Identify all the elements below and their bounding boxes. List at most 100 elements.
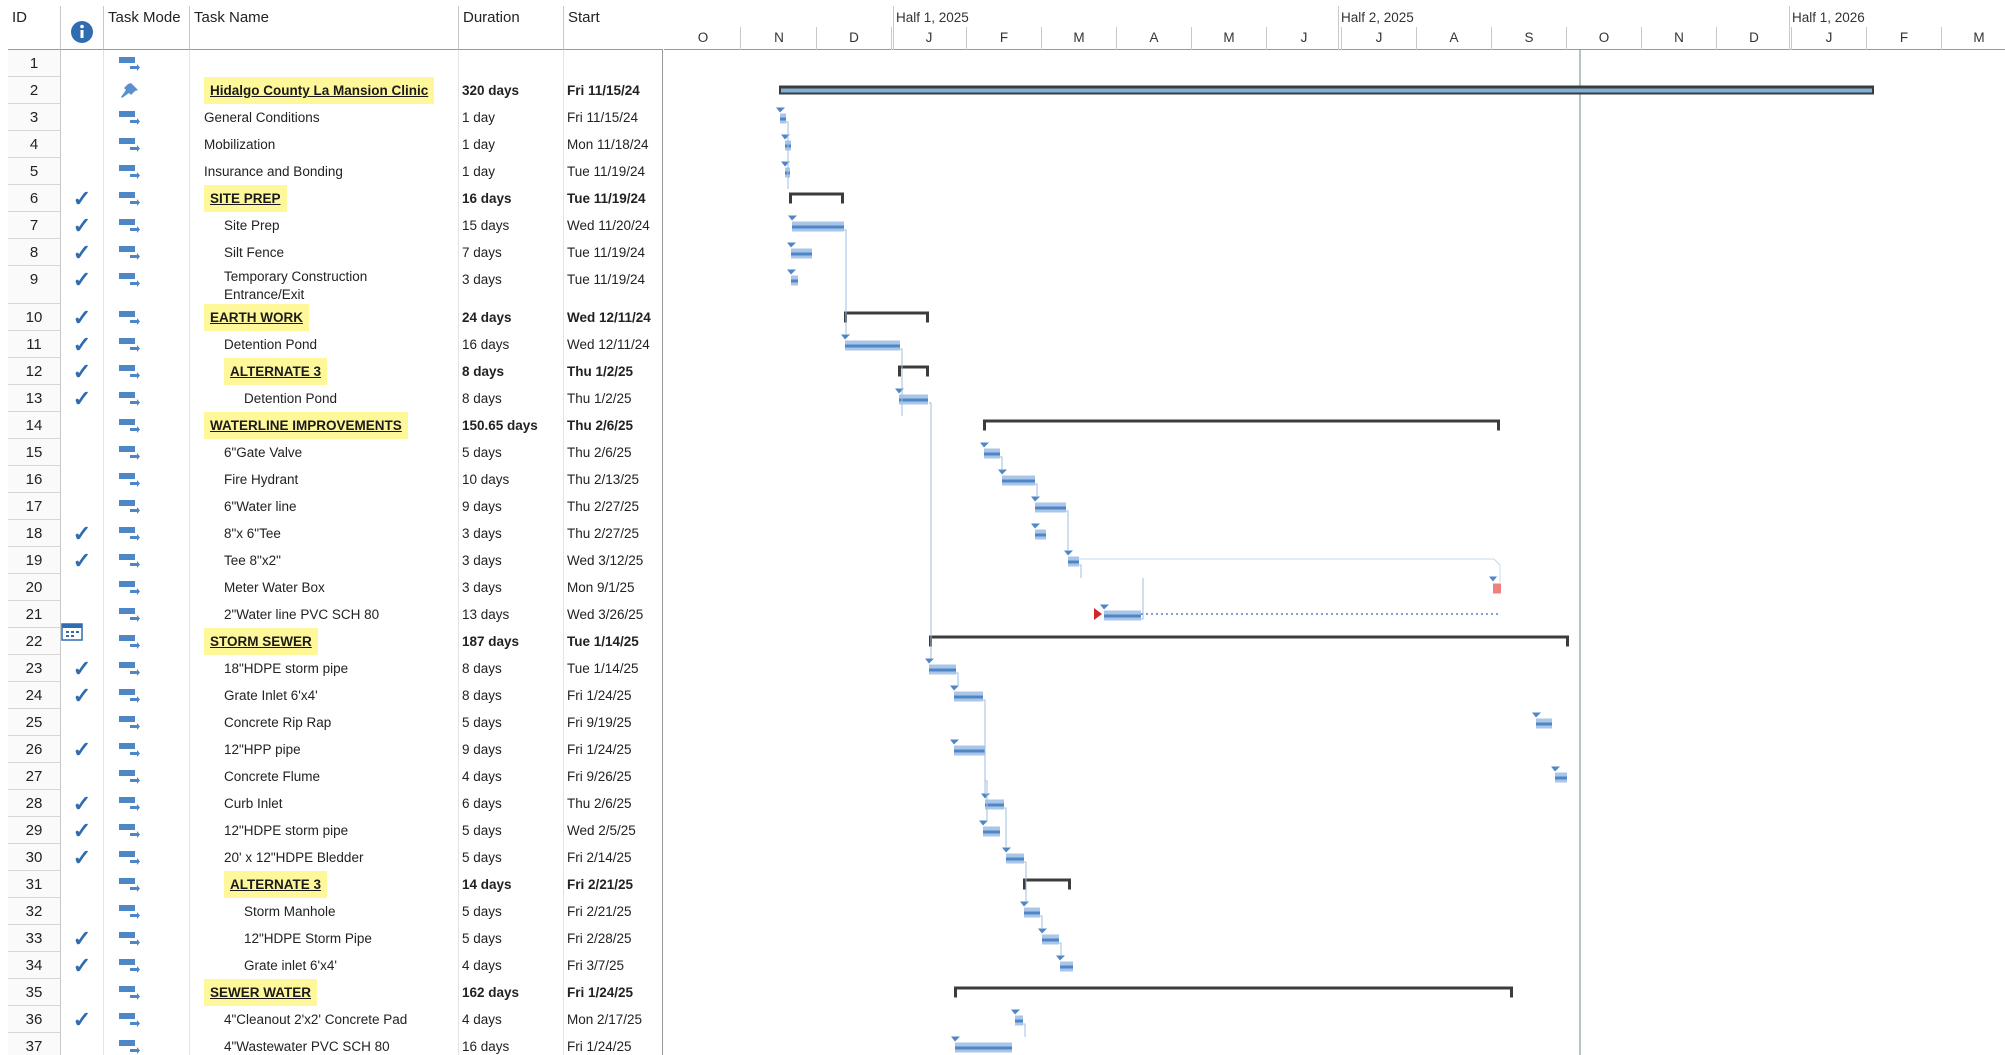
task-name[interactable]: Silt Fence [190,239,459,266]
table-row[interactable]: 32 Storm Manhole 5 days Fri 2/21/25 [8,898,663,925]
table-row[interactable]: 9 ✓ Temporary Construction Entrance/Exit 3 … [8,266,663,304]
task-mode[interactable] [104,1006,190,1033]
task-mode[interactable] [104,131,190,158]
task-name[interactable]: SEWER WATER [190,979,459,1006]
task-duration[interactable]: 5 days [459,925,564,952]
task-name[interactable]: Mobilization [190,131,459,158]
task-id[interactable]: 6 [8,185,61,212]
task-id[interactable]: 9 [8,266,61,304]
task-duration[interactable]: 4 days [459,1006,564,1033]
column-header-duration[interactable]: Duration [459,6,564,50]
task-id[interactable]: 13 [8,385,61,412]
table-row[interactable]: 33 ✓ 12"HDPE Storm Pipe 5 days Fri 2/28/25 [8,925,663,952]
task-id[interactable]: 28 [8,790,61,817]
task-start[interactable]: Thu 2/27/25 [564,520,663,547]
table-row[interactable]: 22 STORM SEWER 187 days Tue 1/14/25 [8,628,663,655]
task-id[interactable]: 27 [8,763,61,790]
task-name[interactable]: 12"HPP pipe [190,736,459,763]
task-mode[interactable] [104,952,190,979]
task-mode[interactable] [104,601,190,628]
task-name[interactable]: 18"HDPE storm pipe [190,655,459,682]
task-mode[interactable] [104,682,190,709]
task-start[interactable]: Tue 11/19/24 [564,185,663,212]
task-mode[interactable] [104,412,190,439]
task-id[interactable]: 29 [8,817,61,844]
task-name[interactable]: Detention Pond [190,385,459,412]
task-duration[interactable]: 8 days [459,385,564,412]
table-row[interactable]: 17 6"Water line 9 days Thu 2/27/25 [8,493,663,520]
table-row[interactable]: 6 ✓ SITE PREP 16 days Tue 11/19/24 [8,185,663,212]
task-mode[interactable] [104,547,190,574]
task-name[interactable]: Detention Pond [190,331,459,358]
task-id[interactable]: 32 [8,898,61,925]
task-start[interactable]: Thu 2/13/25 [564,466,663,493]
task-duration[interactable]: 8 days [459,655,564,682]
table-row[interactable]: 23 ✓ 18"HDPE storm pipe 8 days Tue 1/14/25 [8,655,663,682]
task-duration[interactable]: 7 days [459,239,564,266]
task-start[interactable]: Thu 1/2/25 [564,358,663,385]
task-duration[interactable] [459,50,564,77]
task-id[interactable]: 35 [8,979,61,1006]
task-id[interactable]: 20 [8,574,61,601]
task-duration[interactable]: 5 days [459,439,564,466]
task-mode[interactable] [104,212,190,239]
task-start[interactable]: Thu 1/2/25 [564,385,663,412]
task-start[interactable]: Fri 3/7/25 [564,952,663,979]
table-row[interactable]: 12 ✓ ALTERNATE 3 8 days Thu 1/2/25 [8,358,663,385]
task-name[interactable]: STORM SEWER [190,628,459,655]
table-row[interactable]: 1 [8,50,663,77]
task-name[interactable]: Concrete Flume [190,763,459,790]
task-duration[interactable]: 187 days [459,628,564,655]
table-row[interactable]: 28 ✓ Curb Inlet 6 days Thu 2/6/25 [8,790,663,817]
task-mode[interactable] [104,493,190,520]
task-duration[interactable]: 3 days [459,520,564,547]
task-name[interactable]: Grate Inlet 6'x4' [190,682,459,709]
task-name[interactable]: Fire Hydrant [190,466,459,493]
task-id[interactable]: 33 [8,925,61,952]
table-row[interactable]: 16 Fire Hydrant 10 days Thu 2/13/25 [8,466,663,493]
task-mode[interactable] [104,266,190,304]
task-name[interactable]: 2"Water line PVC SCH 80 [190,601,459,628]
task-id[interactable]: 26 [8,736,61,763]
table-row[interactable]: 13 ✓ Detention Pond 8 days Thu 1/2/25 [8,385,663,412]
task-duration[interactable]: 9 days [459,493,564,520]
task-start[interactable]: Tue 1/14/25 [564,628,663,655]
table-row[interactable]: 31 ALTERNATE 3 14 days Fri 2/21/25 [8,871,663,898]
task-id[interactable]: 19 [8,547,61,574]
task-duration[interactable]: 5 days [459,709,564,736]
table-row[interactable]: 25 Concrete Rip Rap 5 days Fri 9/19/25 [8,709,663,736]
task-id[interactable]: 12 [8,358,61,385]
table-row[interactable]: 21 2"Water line PVC SCH 80 13 days Wed 3/26… [8,601,663,628]
task-name[interactable]: SITE PREP [190,185,459,212]
task-mode[interactable] [104,331,190,358]
task-id[interactable]: 10 [8,304,61,331]
task-mode[interactable] [104,104,190,131]
task-id[interactable]: 37 [8,1033,61,1055]
table-row[interactable]: 2 Hidalgo County La Mansion Clinic 320 day… [8,77,663,104]
task-start[interactable]: Fri 1/24/25 [564,682,663,709]
task-id[interactable]: 23 [8,655,61,682]
table-row[interactable]: 36 ✓ 4"Cleanout 2'x2' Concrete Pad 4 days Mo… [8,1006,663,1033]
task-duration[interactable]: 8 days [459,682,564,709]
task-id[interactable]: 17 [8,493,61,520]
task-start[interactable]: Fri 11/15/24 [564,104,663,131]
task-duration[interactable]: 10 days [459,466,564,493]
task-mode[interactable] [104,817,190,844]
task-id[interactable]: 25 [8,709,61,736]
task-id[interactable]: 3 [8,104,61,131]
task-name[interactable]: Grate inlet 6'x4' [190,952,459,979]
task-duration[interactable]: 150.65 days [459,412,564,439]
task-duration[interactable]: 13 days [459,601,564,628]
task-start[interactable]: Fri 11/15/24 [564,77,663,104]
task-name[interactable]: ALTERNATE 3 [190,358,459,385]
task-id[interactable]: 30 [8,844,61,871]
task-name[interactable]: 8"x 6"Tee [190,520,459,547]
task-name[interactable]: Site Prep [190,212,459,239]
task-duration[interactable]: 24 days [459,304,564,331]
column-header-indicators[interactable] [61,6,104,50]
task-start[interactable]: Wed 3/26/25 [564,601,663,628]
table-row[interactable]: 35 SEWER WATER 162 days Fri 1/24/25 [8,979,663,1006]
task-name[interactable]: Insurance and Bonding [190,158,459,185]
task-mode[interactable] [104,790,190,817]
task-start[interactable]: Fri 1/24/25 [564,736,663,763]
